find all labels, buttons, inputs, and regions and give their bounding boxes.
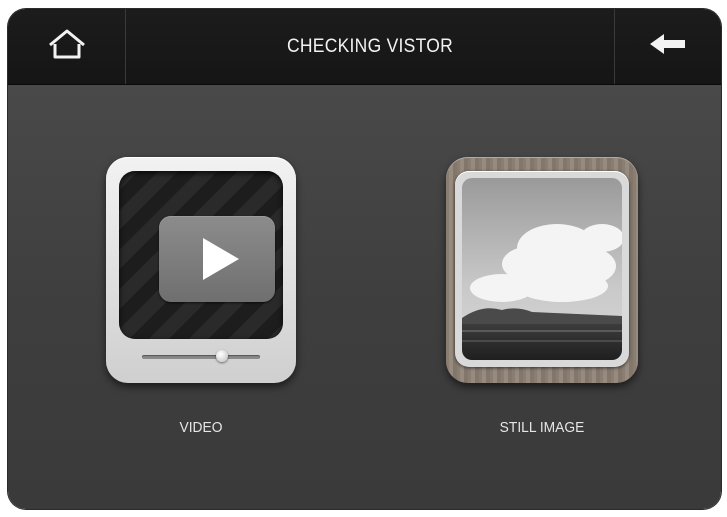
still-image-label: STILL IMAGE bbox=[499, 419, 585, 436]
video-progress-track bbox=[142, 355, 260, 359]
home-icon bbox=[47, 27, 87, 66]
still-image-option-button[interactable] bbox=[446, 157, 638, 383]
device-frame: CHECKING VISTOR VIDEO STILL IMAGE bbox=[0, 0, 727, 517]
back-button[interactable] bbox=[614, 9, 721, 84]
page-title: CHECKING VISTOR bbox=[286, 35, 454, 57]
screen: CHECKING VISTOR VIDEO STILL IMAGE bbox=[8, 9, 721, 509]
home-button[interactable] bbox=[8, 9, 126, 84]
landscape-photo bbox=[462, 178, 622, 360]
video-label: VIDEO bbox=[179, 419, 223, 436]
video-player-icon bbox=[119, 171, 283, 339]
play-icon bbox=[159, 216, 275, 302]
back-arrow-icon bbox=[649, 32, 687, 61]
video-option-button[interactable] bbox=[106, 157, 296, 383]
photo-icon bbox=[455, 171, 629, 367]
video-progress-knob bbox=[216, 350, 228, 362]
top-bar: CHECKING VISTOR bbox=[8, 9, 721, 85]
